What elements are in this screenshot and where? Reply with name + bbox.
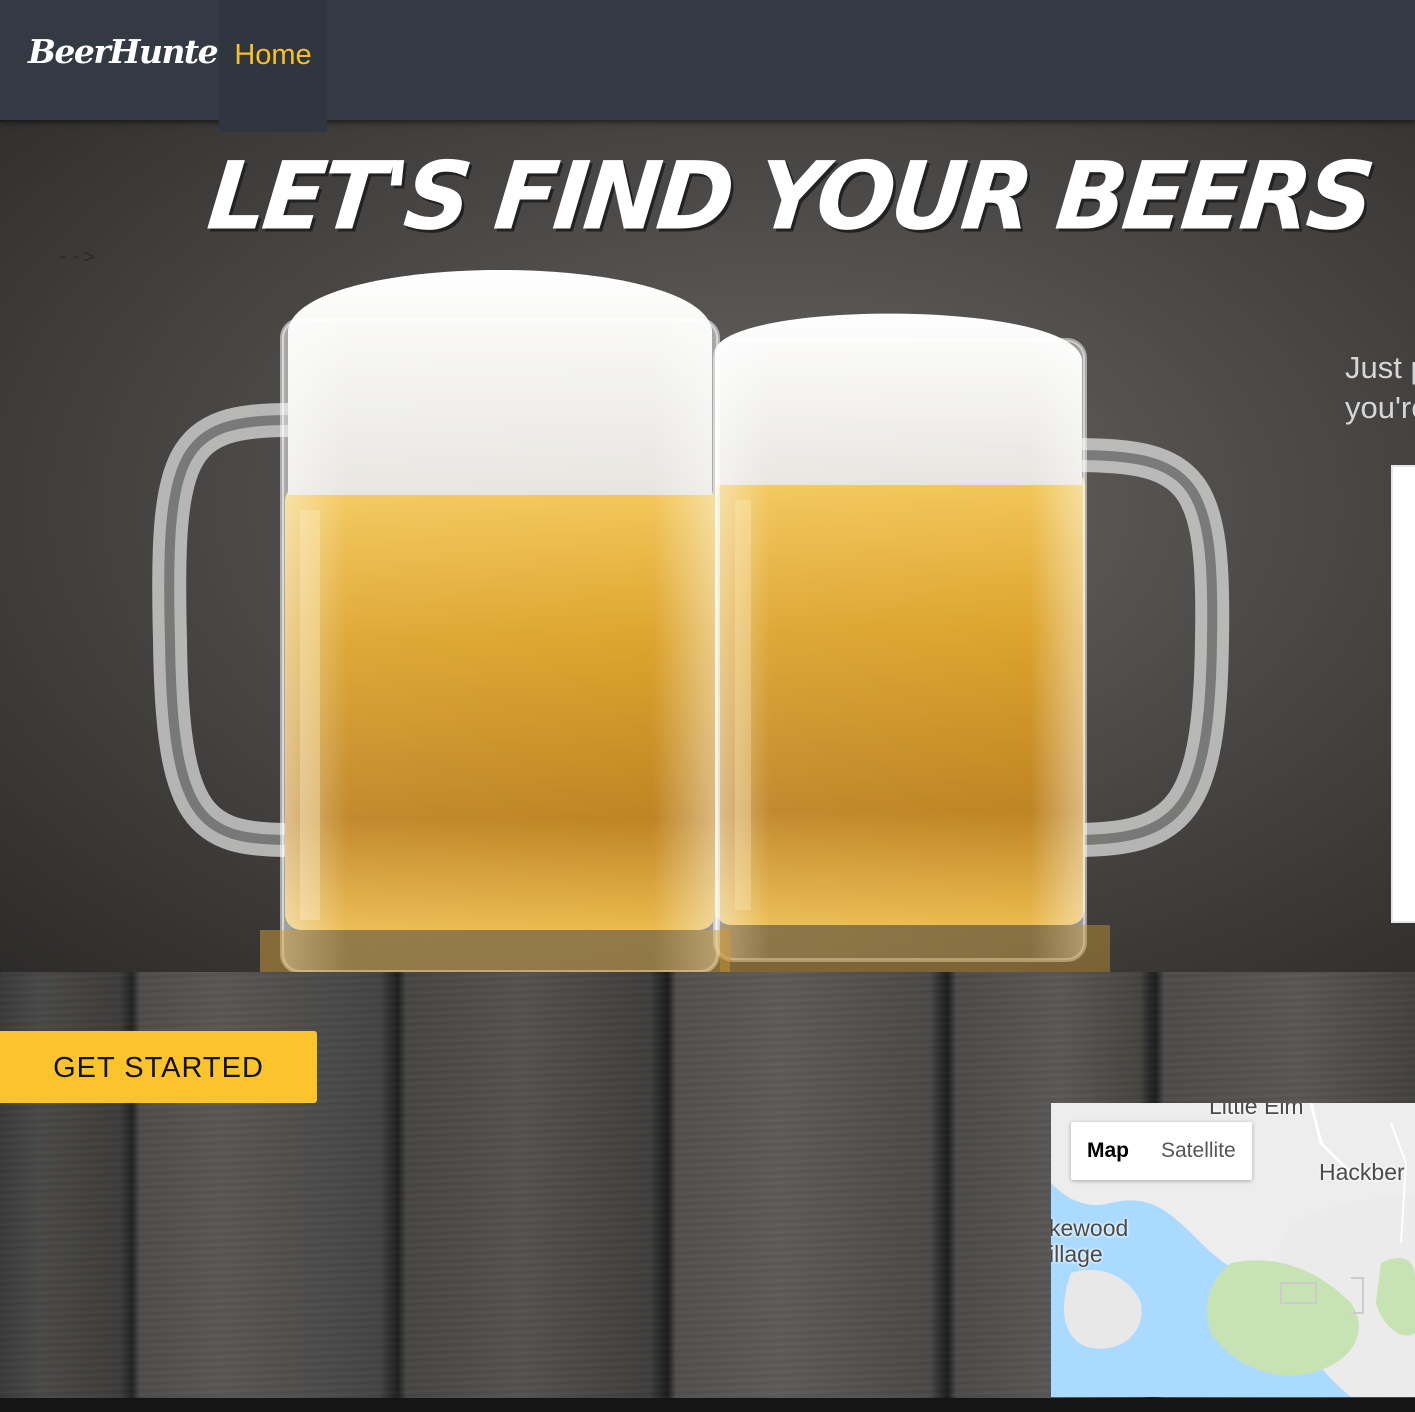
map-type-map-button[interactable]: Map [1071,1122,1145,1180]
page-bottom-edge [0,1398,1415,1412]
hero-tagline-line2: you're [1345,390,1415,425]
map-type-satellite-button[interactable]: Satellite [1145,1122,1252,1180]
get-started-button[interactable]: GET STARTED [0,1031,317,1103]
stray-comment-text: --> [57,244,97,268]
nav-link-home[interactable]: Home [219,0,327,132]
map-place-label: Little Elm [1209,1103,1304,1119]
map-place-label: illage [1051,1241,1103,1267]
top-navbar: BeerHunter Home [0,0,1415,132]
map-type-control: Map Satellite [1071,1122,1252,1180]
map-widget[interactable]: Map Satellite Little Elm Hackber kewood … [1051,1103,1415,1397]
map-place-label: kewood [1051,1215,1129,1241]
hero-tagline-line1: Just p [1345,350,1415,385]
brand-logo[interactable]: BeerHunter [28,30,235,74]
side-form-panel[interactable] [1391,465,1415,923]
map-place-label: Hackber [1319,1159,1405,1185]
hero-banner: LET'S FIND YOUR BEERS --> Just p you're [0,120,1415,972]
hero-title: LET'S FIND YOUR BEERS [202,141,1376,252]
hero-tagline: Just p you're [1345,348,1415,428]
